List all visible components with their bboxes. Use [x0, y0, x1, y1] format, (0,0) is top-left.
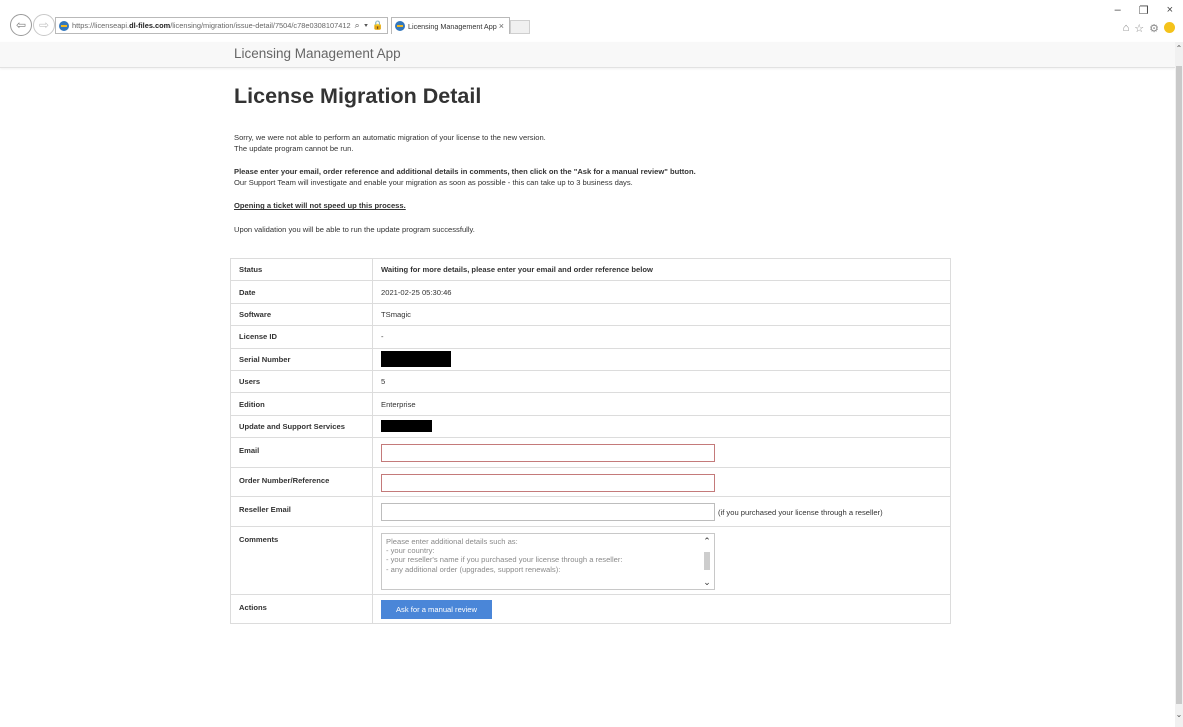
reseller-label: Reseller Email: [230, 496, 373, 527]
support-team-text: Our Support Team will investigate and en…: [234, 177, 633, 187]
comments-scrollbar[interactable]: ⌃ ⌄: [700, 534, 714, 589]
intro-line-1: Sorry, we were not able to perform an au…: [234, 133, 546, 142]
comments-scroll-up-icon[interactable]: ⌃: [703, 536, 711, 545]
edition-label: Edition: [230, 392, 373, 416]
table-row-edition: Edition Enterprise: [230, 392, 951, 416]
order-reference-input[interactable]: [381, 473, 715, 492]
support-redaction: [381, 420, 432, 433]
support-value-cell: [372, 414, 951, 439]
ticket-warning: Opening a ticket will not speed up this …: [234, 201, 406, 211]
reseller-email-input[interactable]: [381, 503, 715, 522]
license-id-value: -: [372, 325, 951, 349]
software-value: TSmagic: [372, 302, 951, 327]
software-label: Software: [230, 302, 373, 327]
browser-chrome: ⇦ ⇨ https://licenseapi. dl-files.com/lice…: [0, 0, 1183, 42]
new-tab-button[interactable]: [510, 20, 530, 34]
comments-cell: Please enter additional details such as:…: [372, 525, 951, 595]
comments-scroll-thumb[interactable]: [704, 552, 710, 571]
favorites-star-icon[interactable]: ☆: [1134, 22, 1144, 35]
license-id-label: License ID: [230, 325, 373, 349]
tab-licensing-app[interactable]: Licensing Management App ×: [391, 17, 510, 34]
table-row-users: Users 5: [230, 369, 951, 394]
address-bar-icons[interactable]: ⌕ ▾ 🔒 ↻: [355, 20, 387, 31]
table-row-license-id: License ID -: [230, 325, 951, 349]
table-row-comments: Comments Please enter additional details…: [230, 525, 951, 595]
table-row-actions: Actions Ask for a manual review: [230, 593, 951, 625]
support-label: Update and Support Services: [230, 414, 373, 439]
back-button[interactable]: ⇦: [10, 14, 32, 36]
page-title: License Migration Detail: [234, 84, 482, 108]
app-brand[interactable]: Licensing Management App: [234, 46, 401, 61]
edition-value: Enterprise: [372, 392, 951, 416]
date-value: 2021-02-25 05:30:46: [372, 280, 951, 304]
table-row-email: Email: [230, 437, 951, 468]
reseller-hint: (if you purchased your license through a…: [718, 507, 883, 517]
back-arrow-icon: ⇦: [15, 18, 27, 32]
address-bar[interactable]: https://licenseapi. dl-files.com/licensin…: [55, 17, 388, 34]
ie-icon: [59, 20, 69, 31]
restore-icon[interactable]: ❐: [1139, 4, 1149, 17]
serial-redaction: [381, 351, 451, 368]
date-label: Date: [230, 280, 373, 304]
serial-label: Serial Number: [230, 347, 373, 371]
email-label: Email: [230, 437, 373, 468]
intro-line-2: The update program cannot be run.: [234, 143, 354, 153]
actions-label: Actions: [230, 593, 373, 625]
email-cell: [372, 437, 951, 468]
scroll-up-chevron-icon[interactable]: ⌃: [1175, 44, 1183, 53]
reseller-cell: (if you purchased your license through a…: [372, 496, 951, 527]
tab-title: Licensing Management App: [408, 21, 497, 31]
actions-cell: Ask for a manual review: [372, 593, 951, 625]
url-prefix: https://licenseapi.: [72, 21, 130, 30]
feedback-smiley-icon[interactable]: [1164, 22, 1175, 33]
comments-placeholder: Please enter additional details such as:…: [386, 536, 623, 574]
table-row-reseller: Reseller Email (if you purchased your li…: [230, 496, 951, 527]
tab-ie-icon: [395, 21, 405, 31]
ask-manual-review-button[interactable]: Ask for a manual review: [381, 599, 492, 619]
close-window-icon[interactable]: ×: [1167, 4, 1173, 17]
email-input[interactable]: [381, 444, 715, 463]
users-label: Users: [230, 369, 373, 394]
browser-toolbar-icons: ⌂ ☆ ⚙: [1123, 22, 1175, 35]
instruction-text: Please enter your email, order reference…: [234, 167, 696, 177]
status-value: Waiting for more details, please enter y…: [372, 257, 951, 282]
table-row-order: Order Number/Reference: [230, 466, 951, 498]
forward-arrow-icon: ⇨: [38, 18, 50, 32]
settings-gear-icon[interactable]: ⚙: [1149, 22, 1159, 35]
table-row-support: Update and Support Services: [230, 414, 951, 439]
tab-close-icon[interactable]: ×: [499, 21, 504, 31]
table-row-status: Status Waiting for more details, please …: [230, 257, 951, 282]
validation-note: Upon validation you will be able to run …: [234, 224, 475, 234]
users-value: 5: [372, 369, 951, 394]
url-host: dl-files.com: [129, 21, 171, 30]
home-icon[interactable]: ⌂: [1123, 22, 1130, 35]
minimize-icon[interactable]: –: [1115, 4, 1121, 17]
comments-scroll-down-icon[interactable]: ⌄: [703, 577, 711, 586]
main-content: License Migration Detail Sorry, we were …: [234, 84, 952, 236]
status-label: Status: [230, 257, 373, 282]
forward-button[interactable]: ⇨: [33, 14, 55, 36]
comments-textarea[interactable]: Please enter additional details such as:…: [381, 532, 715, 590]
app-header: Licensing Management App: [0, 42, 1175, 68]
order-cell: [372, 466, 951, 498]
table-row-software: Software TSmagic: [230, 302, 951, 327]
table-row-date: Date 2021-02-25 05:30:46: [230, 280, 951, 304]
scroll-down-chevron-icon[interactable]: ⌄: [1175, 710, 1183, 719]
window-controls: – ❐ ×: [1115, 4, 1173, 17]
url-path: /licensing/migration/issue-detail/7504/c…: [170, 21, 351, 30]
license-detail-table: Status Waiting for more details, please …: [230, 257, 951, 625]
serial-value-cell: [372, 347, 951, 371]
order-label: Order Number/Reference: [230, 466, 373, 498]
page-scrollbar-thumb[interactable]: [1176, 66, 1182, 704]
comments-label: Comments: [230, 525, 373, 595]
table-row-serial: Serial Number: [230, 347, 951, 371]
